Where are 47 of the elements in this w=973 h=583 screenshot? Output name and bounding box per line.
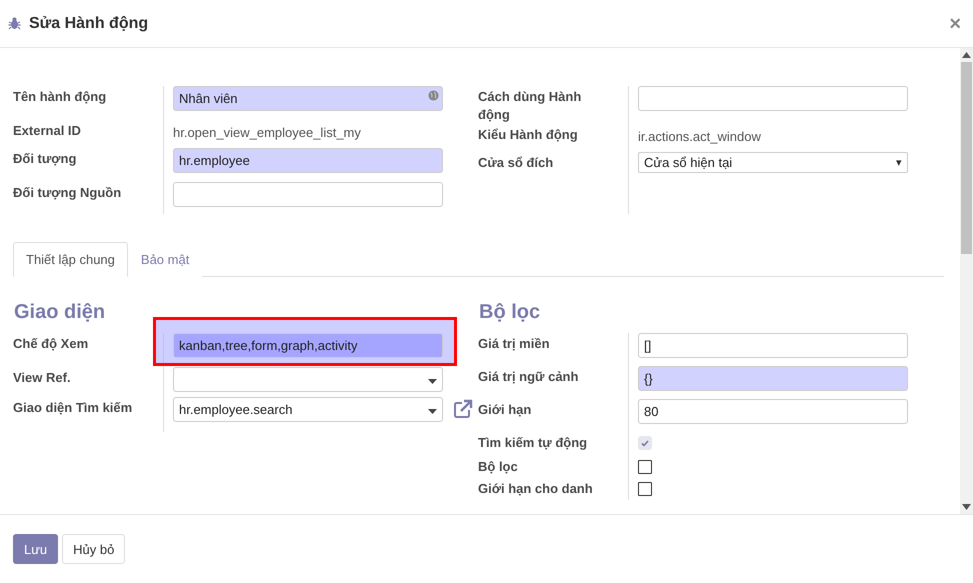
field-label: Giá trị ngữ cảnh <box>478 368 580 386</box>
tab[interactable]: Thiết lập chung <box>13 242 128 277</box>
input-field[interactable]: hr.employee <box>173 148 443 173</box>
field-label: Giới hạn <box>478 401 532 419</box>
scroll-up-icon[interactable] <box>962 52 971 58</box>
cancel-button[interactable]: Hủy bỏ <box>62 534 126 564</box>
section-title: Giao diện <box>14 301 106 325</box>
input-field[interactable]: kanban,tree,form,graph,activity <box>173 333 443 358</box>
field-value: hr.open_view_employee_list_my <box>173 124 361 142</box>
field-label: Cách dùng Hành động <box>478 88 582 124</box>
caret-icon <box>428 379 437 384</box>
field-label: Giao diện Tìm kiếm <box>13 399 134 417</box>
check-icon <box>641 440 649 446</box>
select-field[interactable]: Cửa sổ hiện tại ▾ <box>638 152 908 173</box>
globe-icon[interactable] <box>428 90 439 101</box>
dropdown-field[interactable]: hr.employee.search <box>173 397 443 422</box>
caret-icon <box>428 409 437 414</box>
close-button[interactable]: × <box>947 14 963 34</box>
section-title: Bộ lọc <box>479 301 542 325</box>
field-label: Kiểu Hành động <box>478 126 579 144</box>
field-label: Bộ lọc <box>478 458 519 476</box>
field-label: Tìm kiếm tự động <box>478 434 588 452</box>
bug-icon <box>8 17 21 30</box>
scrollbar[interactable] <box>960 48 973 514</box>
field-label: View Ref. <box>13 369 72 387</box>
input-field[interactable]: {} <box>638 366 908 391</box>
checkbox[interactable] <box>638 460 652 474</box>
field-label: Giá trị miền <box>478 335 551 353</box>
field-label: Tên hành động <box>13 88 108 106</box>
input-field[interactable]: [] <box>638 333 908 358</box>
checkbox[interactable] <box>638 482 652 496</box>
input-field[interactable]: Nhân viên <box>173 86 443 111</box>
field-value: ir.actions.act_window <box>638 128 761 146</box>
save-button[interactable]: Lưu <box>13 534 58 564</box>
input-field[interactable] <box>638 86 908 111</box>
scroll-down-icon[interactable] <box>962 504 971 510</box>
external-link-icon[interactable] <box>453 399 473 419</box>
field-label: Chế độ Xem <box>13 335 90 353</box>
field-label: External ID <box>13 122 82 140</box>
field-label: Đối tượng Nguồn <box>13 184 122 202</box>
dropdown-field[interactable] <box>173 367 443 392</box>
dialog-title: Sửa Hành động <box>29 14 150 32</box>
input-field[interactable] <box>173 182 443 207</box>
field-label: Cửa sổ đích <box>478 154 554 172</box>
field-label: Giới hạn cho danh <box>478 480 594 498</box>
input-field[interactable]: 80 <box>638 399 908 424</box>
field-label: Đối tượng <box>13 150 78 168</box>
